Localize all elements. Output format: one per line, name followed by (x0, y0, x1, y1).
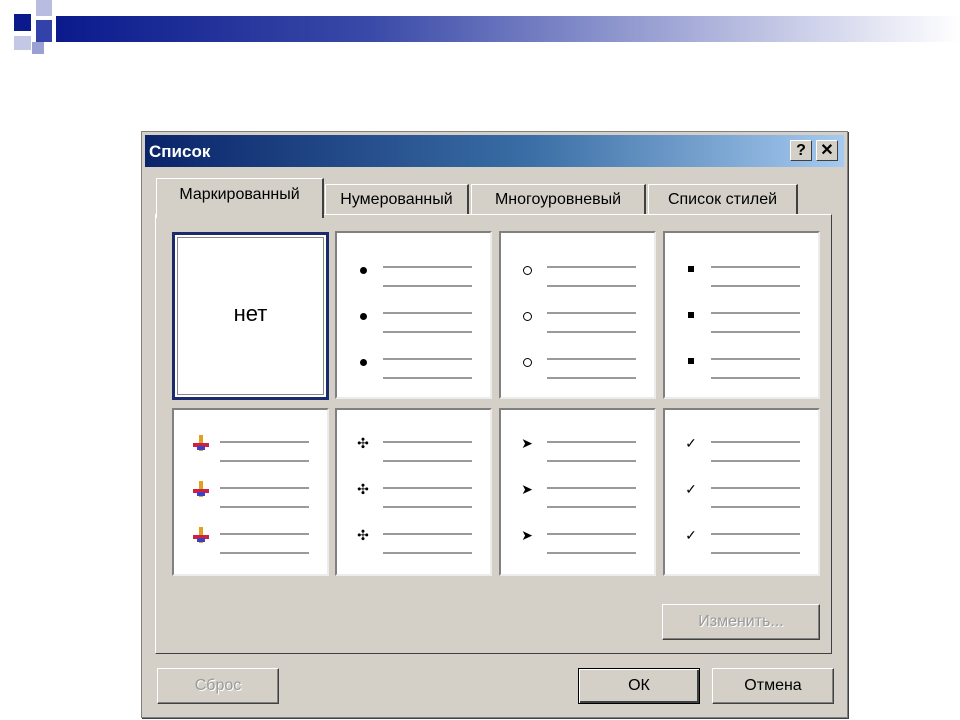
filled-square-icon (683, 351, 699, 369)
filled-dot-icon (355, 305, 371, 323)
list-dialog: Список ? ✕ Маркированный Нумерованный Мн… (141, 131, 848, 718)
colored-picture-bullet-icon (192, 480, 209, 498)
close-button[interactable]: ✕ (816, 140, 838, 161)
help-button[interactable]: ? (790, 140, 812, 161)
dialog-titlebar[interactable]: Список ? ✕ (145, 135, 844, 167)
four-diamond-icon: ✣ (357, 435, 369, 451)
slide-decor-square (36, 0, 52, 16)
ok-button[interactable]: ОК (578, 668, 700, 704)
checkmark-icon: ✓ (685, 481, 697, 497)
filled-square-icon (683, 305, 699, 323)
tab-list-styles[interactable]: Список стилей (648, 184, 798, 216)
dialog-title: Список (149, 142, 211, 161)
none-label: нет (233, 301, 268, 326)
colored-picture-bullet-icon (192, 526, 209, 544)
arrowhead-icon: ➤ (521, 481, 533, 497)
tab-label: Нумерованный (340, 191, 453, 208)
tab-label: Многоуровневый (494, 191, 622, 208)
bullet-option-dot[interactable] (335, 231, 492, 399)
slide-decor-square (14, 36, 31, 50)
four-diamond-icon: ✣ (357, 527, 369, 543)
arrowhead-icon: ➤ (521, 527, 533, 543)
bullet-option-diamond[interactable]: ✣ ✣ ✣ (335, 408, 492, 576)
bullet-option-arrow[interactable]: ➤ ➤ ➤ (499, 408, 656, 576)
modify-button[interactable]: Изменить... (662, 604, 820, 640)
tab-label: Маркированный (179, 186, 300, 203)
arrowhead-icon: ➤ (521, 435, 533, 451)
tab-numbered[interactable]: Нумерованный (325, 184, 469, 216)
reset-button[interactable]: Сброс (157, 668, 279, 704)
bullet-option-square[interactable] (663, 231, 820, 399)
colored-picture-bullet-icon (192, 434, 209, 452)
hollow-circle-icon (519, 259, 535, 277)
close-icon: ✕ (820, 142, 834, 159)
four-diamond-icon: ✣ (357, 481, 369, 497)
slide-decor-square (14, 14, 31, 31)
slide-header-bar (56, 16, 960, 42)
filled-square-icon (683, 259, 699, 277)
slide-decor-square (36, 20, 52, 42)
tab-panel: нет ✣ ✣ ✣ ➤ ➤ ➤ ✓ ✓ ✓ Изменить... (155, 214, 832, 654)
hollow-circle-icon (519, 305, 535, 323)
checkmark-icon: ✓ (685, 527, 697, 543)
tab-multilevel[interactable]: Многоуровневый (471, 184, 646, 216)
slide-decor-square (32, 42, 44, 54)
bullet-option-none[interactable]: нет (172, 232, 329, 400)
tab-label: Список стилей (667, 191, 778, 208)
filled-dot-icon (355, 259, 371, 277)
bullet-option-picture[interactable] (172, 408, 329, 576)
hollow-circle-icon (519, 351, 535, 369)
cancel-button[interactable]: Отмена (712, 668, 834, 704)
tab-bulleted[interactable]: Маркированный (156, 178, 324, 218)
checkmark-icon: ✓ (685, 435, 697, 451)
bullet-option-circle[interactable] (499, 231, 656, 399)
bullet-option-check[interactable]: ✓ ✓ ✓ (663, 408, 820, 576)
filled-dot-icon (355, 351, 371, 369)
